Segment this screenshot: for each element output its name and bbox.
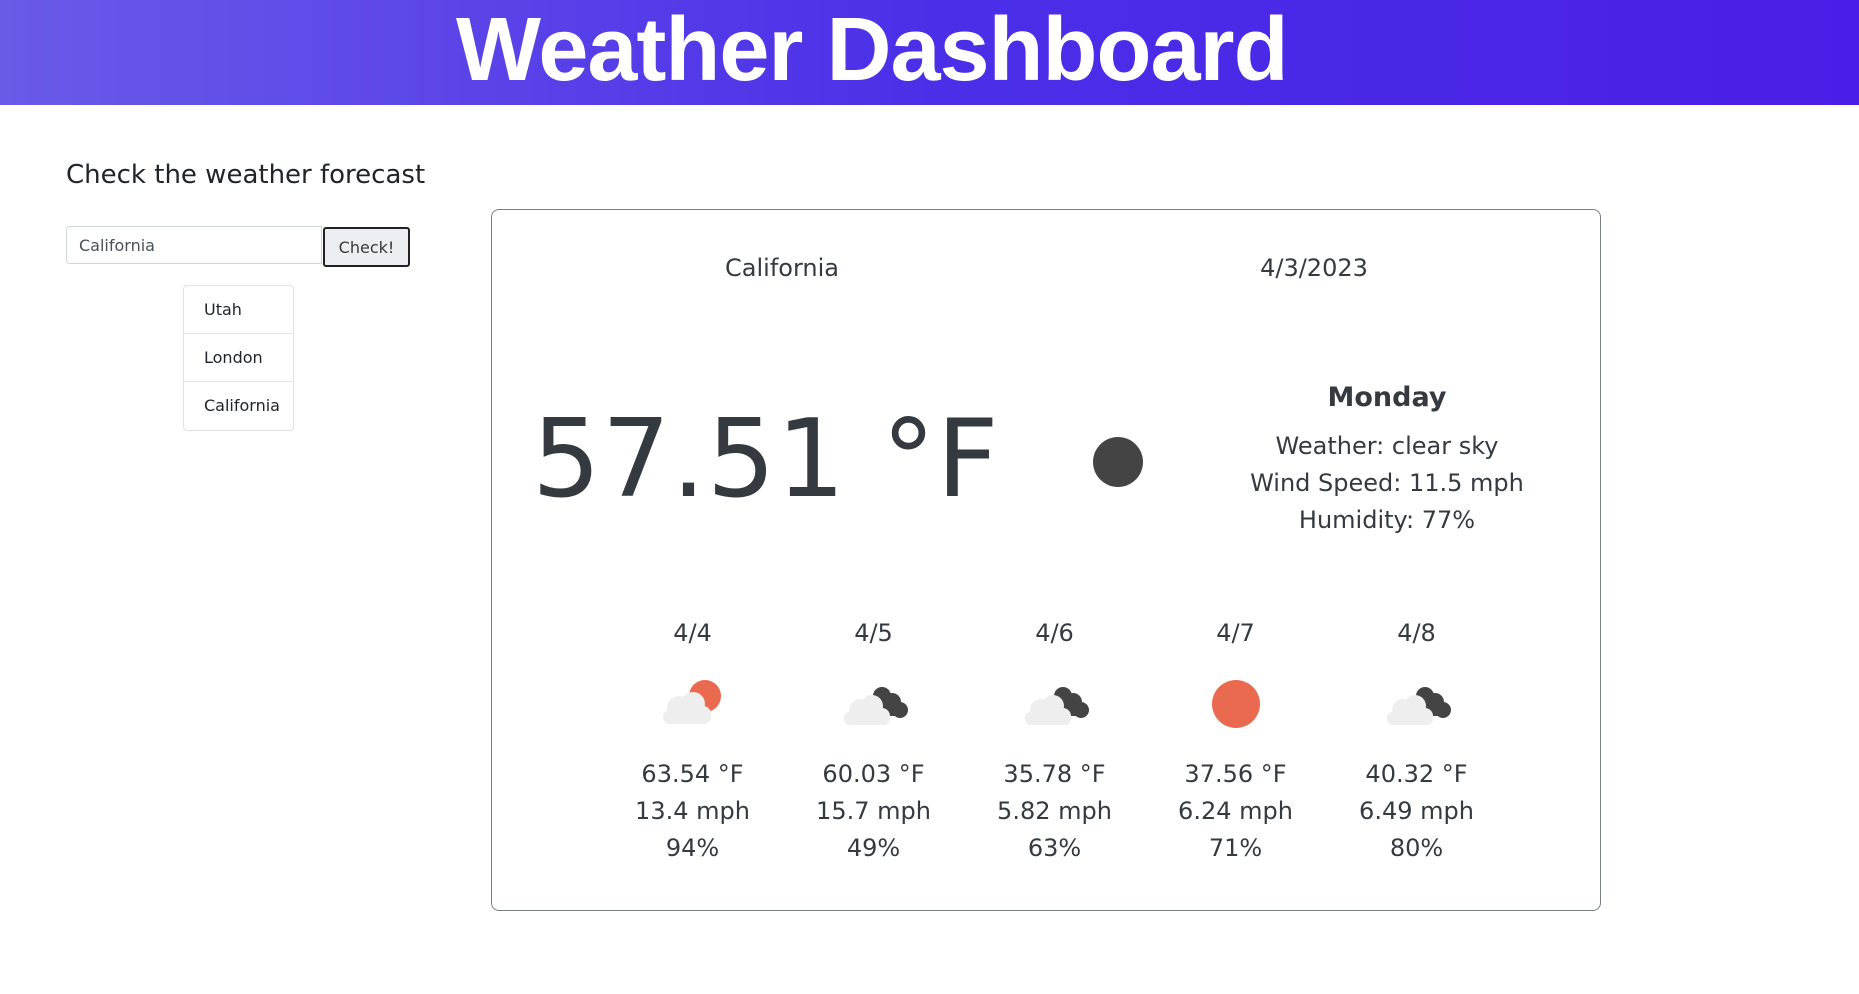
forecast-temp: 40.32 °F — [1365, 760, 1468, 788]
forecast-wind: 6.24 mph — [1178, 797, 1293, 825]
forecast-wind: 6.49 mph — [1359, 797, 1474, 825]
weather-card: California 4/3/2023 57.51 °F Monday Weat… — [491, 209, 1601, 911]
humidity: Humidity: 77% — [1298, 506, 1476, 534]
cloudy-icon — [834, 674, 914, 734]
forecast-date: 4/6 — [1035, 619, 1074, 647]
forecast-temp: 63.54 °F — [641, 760, 744, 788]
sun-icon — [1196, 674, 1276, 734]
weather-description: Weather: clear sky — [1275, 432, 1499, 460]
forecast-day: 4/4 63.54 °F 13.4 mph 94% — [602, 610, 783, 867]
cloudy-icon — [1015, 674, 1095, 734]
forecast-day: 4/7 37.56 °F 6.24 mph 71% — [1145, 610, 1326, 867]
search-history-list: Utah London California — [183, 285, 294, 431]
forecast-date: 4/8 — [1397, 619, 1436, 647]
forecast-date: 4/7 — [1216, 619, 1255, 647]
forecast-date: 4/4 — [673, 619, 712, 647]
current-details: Monday Weather: clear sky Wind Speed: 11… — [1222, 378, 1552, 539]
forecast-day: 4/6 35.78 °F 5.82 mph 63% — [964, 610, 1145, 867]
current-temperature: 57.51 °F — [532, 397, 1000, 522]
history-item-london[interactable]: London — [184, 334, 293, 382]
forecast-humidity: 63% — [1027, 834, 1082, 862]
forecast-temp: 37.56 °F — [1184, 760, 1287, 788]
check-button[interactable]: Check! — [323, 227, 410, 267]
forecast-wind: 13.4 mph — [635, 797, 750, 825]
forecast-date: 4/5 — [854, 619, 893, 647]
search-heading: Check the weather forecast — [66, 160, 426, 190]
forecast-humidity: 94% — [665, 834, 720, 862]
wind-speed: Wind Speed: 11.5 mph — [1250, 469, 1524, 497]
clear-night-icon — [1093, 437, 1143, 487]
history-item-california[interactable]: California — [184, 382, 293, 430]
forecast-wind: 15.7 mph — [816, 797, 931, 825]
app-header: Weather Dashboard — [0, 0, 1859, 105]
history-item-utah[interactable]: Utah — [184, 286, 293, 334]
page-title: Weather Dashboard — [456, 0, 1289, 100]
forecast-row: 4/4 63.54 °F 13.4 mph 94% 4/5 60.03 °F 1… — [602, 610, 1512, 870]
day-name: Monday — [1327, 382, 1447, 413]
city-name: California — [725, 254, 839, 282]
forecast-temp: 60.03 °F — [822, 760, 925, 788]
forecast-day: 4/5 60.03 °F 15.7 mph 49% — [783, 610, 964, 867]
forecast-humidity: 80% — [1389, 834, 1444, 862]
partly-cloudy-day-icon — [653, 674, 733, 734]
forecast-humidity: 49% — [846, 834, 901, 862]
current-date: 4/3/2023 — [1260, 254, 1368, 282]
cloudy-icon — [1377, 674, 1457, 734]
forecast-temp: 35.78 °F — [1003, 760, 1106, 788]
forecast-humidity: 71% — [1208, 834, 1263, 862]
forecast-day: 4/8 40.32 °F 6.49 mph 80% — [1326, 610, 1507, 867]
search-input[interactable] — [66, 226, 322, 264]
forecast-wind: 5.82 mph — [997, 797, 1112, 825]
